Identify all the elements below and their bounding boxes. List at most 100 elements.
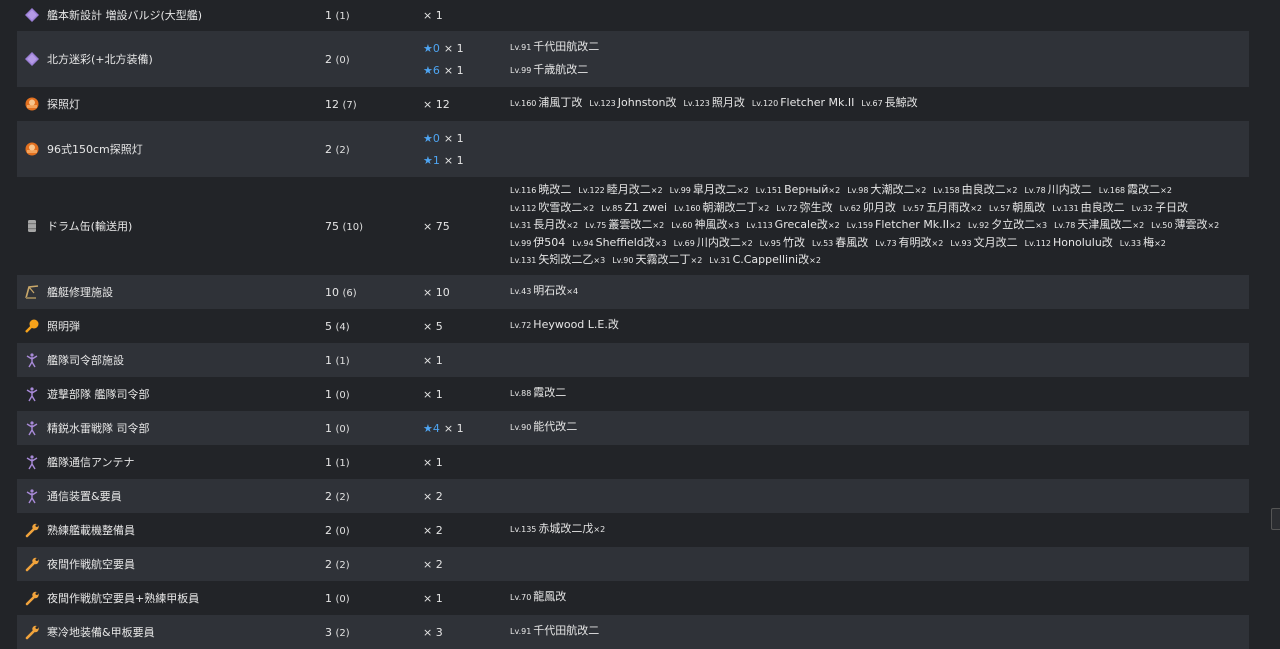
multiplier-line: × 2 — [423, 558, 510, 571]
ship-name: Sheffield改 — [595, 235, 655, 249]
ship-line: Lv.99 千歳航改二 — [510, 62, 1249, 79]
ship-entry: Lv.120 Fletcher Mk.II — [752, 96, 855, 109]
ship-equip-count: ×2 — [593, 525, 606, 535]
ship-name: Johnston改 — [617, 96, 677, 110]
count-free: (2) — [335, 144, 350, 156]
ship-level: Lv.99 — [510, 238, 532, 248]
equipped-ships: Lv.135 赤城改二戊×2 — [510, 521, 1249, 538]
equipment-count: 1 (0) — [325, 388, 423, 401]
row-icon-cell — [17, 488, 47, 504]
ship-entry: Lv.72 弥生改 — [776, 201, 832, 214]
ship-entry: Lv.113 Grecale改×2 — [746, 218, 839, 231]
multiplier-value: × 2 — [423, 557, 443, 571]
equipped-ships: Lv.43 明石改×4 — [510, 283, 1249, 300]
ship-equip-count: ×2 — [949, 221, 961, 231]
ship-name: 竹改 — [782, 235, 805, 249]
equipment-count: 2 (2) — [325, 558, 423, 571]
ship-entry: Lv.43 明石改×4 — [510, 284, 578, 297]
equipment-name: 艦本新設計 増設バルジ(大型艦) — [47, 9, 203, 22]
searchlight-icon — [24, 96, 40, 112]
row-icon-cell — [17, 284, 47, 300]
ship-level: Lv.112 — [510, 203, 537, 213]
multiplier-line: ★0 × 1 — [423, 42, 510, 55]
improvement-multiplier: ★4 × 1 — [423, 422, 510, 435]
ship-name: 霞改二 — [533, 386, 567, 400]
equipment-count: 2 (2) — [325, 143, 423, 156]
ship-level: Lv.94 — [572, 238, 594, 248]
ship-level: Lv.151 — [755, 186, 783, 196]
flare-icon — [24, 318, 40, 334]
ship-name: 赤城改二戊 — [538, 522, 594, 536]
equipped-ships: Lv.91 千代田航改二 — [510, 623, 1249, 640]
ship-name: 子日改 — [1154, 200, 1188, 214]
ship-entry: Lv.88 霞改二 — [510, 386, 566, 399]
count-free: (1) — [335, 457, 350, 469]
ship-line: Lv.112 吹雪改二×2 Lv.85 Z1 zwei Lv.160 朝潮改二丁×2 Lv.… — [510, 200, 1249, 217]
equipment-name: 艦隊司令部施設 — [47, 354, 124, 367]
ship-name: 浦風丁改 — [538, 96, 583, 110]
ship-equip-count: ×2 — [827, 221, 840, 231]
ship-equip-count: ×2 — [1154, 238, 1166, 248]
ship-entry: Lv.99 伊504 — [510, 236, 565, 249]
count-free: (0) — [335, 423, 350, 435]
ship-line: Lv.88 霞改二 — [510, 385, 1249, 402]
ship-name: 伊504 — [533, 235, 566, 249]
ship-level: Lv.160 — [510, 99, 537, 109]
ship-line: Lv.70 龍鳳改 — [510, 589, 1249, 606]
ship-entry: Lv.69 川内改二×2 — [674, 236, 753, 249]
ship-equip-count: ×2 — [736, 186, 749, 196]
ship-level: Lv.75 — [585, 221, 607, 231]
improvement-multiplier: × 1 — [423, 9, 510, 22]
multiplier-value: × 1 — [423, 387, 443, 401]
count-free: (2) — [335, 627, 350, 639]
ship-entry: Lv.50 薄雲改×2 — [1151, 218, 1219, 231]
table-row: 艦隊通信アンテナ 1 (1) × 1 — [17, 445, 1249, 479]
ship-name: 卯月改 — [862, 200, 896, 214]
ship-name: 矢矧改二乙 — [538, 253, 594, 267]
ship-name: 川内改二 — [696, 235, 741, 249]
ship-equip-count: ×3 — [727, 221, 740, 231]
ship-line: Lv.43 明石改×4 — [510, 283, 1249, 300]
ship-entry: Lv.135 赤城改二戊×2 — [510, 522, 605, 535]
multiplier-value: × 2 — [423, 523, 443, 537]
ship-name: 天津風改二 — [1077, 218, 1133, 232]
equipment-name: 寒冷地装備&甲板要員 — [47, 626, 155, 639]
table-row: 艦艇修理施設 10 (6) × 10 Lv.43 明石改×4 — [17, 275, 1249, 309]
table-row: 熟練艦載機整備員 2 (0) × 2 Lv.135 赤城改二戊×2 — [17, 513, 1249, 547]
ship-name: 龍鳳改 — [533, 590, 567, 604]
improvement-multiplier: × 10 — [423, 286, 510, 299]
ship-level: Lv.131 — [1052, 203, 1079, 213]
equipment-count: 1 (0) — [325, 422, 423, 435]
ship-level: Lv.98 — [847, 186, 869, 196]
ship-name: 千歳航改二 — [533, 63, 589, 76]
multiplier-value: × 1 — [443, 41, 464, 55]
ship-name: 朝潮改二丁 — [702, 200, 758, 214]
ship-entry: Lv.123 Johnston改 — [589, 96, 676, 109]
ship-level: Lv.57 — [902, 203, 925, 213]
multiplier-line: × 75 — [423, 220, 510, 233]
ship-name: 吹雪改二 — [538, 200, 583, 214]
ship-equip-count: ×3 — [654, 238, 667, 248]
count-total: 1 — [325, 353, 332, 367]
ship-level: Lv.62 — [839, 203, 861, 213]
ship-name: 千代田航改二 — [533, 624, 600, 638]
multiplier-line: × 12 — [423, 98, 510, 111]
improvement-multiplier: × 1 — [423, 354, 510, 367]
ship-name: 天霧改二丁 — [635, 253, 691, 267]
ship-equip-count: ×2 — [828, 186, 841, 196]
multiplier-line: × 2 — [423, 524, 510, 537]
count-total: 5 — [325, 319, 332, 333]
scrollbar-handle[interactable] — [1271, 508, 1280, 530]
improvement-multiplier: × 1 — [423, 592, 510, 605]
ship-entry: Lv.91 千代田航改二 — [510, 40, 599, 53]
equipment-name: 熟練艦載機整備員 — [47, 524, 135, 537]
ship-entry: Lv.70 龍鳳改 — [510, 590, 566, 603]
multiplier-line: × 2 — [423, 490, 510, 503]
ship-name: 皐月改二 — [692, 183, 737, 197]
improvement-multiplier: ★0 × 1 ★6 × 1 — [423, 42, 510, 77]
ship-level: Lv.67 — [861, 99, 883, 109]
multiplier-line: × 3 — [423, 626, 510, 639]
ship-equip-count: ×2 — [582, 203, 595, 213]
ship-name: 長月改 — [533, 218, 567, 232]
improvement-multiplier: × 5 — [423, 320, 510, 333]
